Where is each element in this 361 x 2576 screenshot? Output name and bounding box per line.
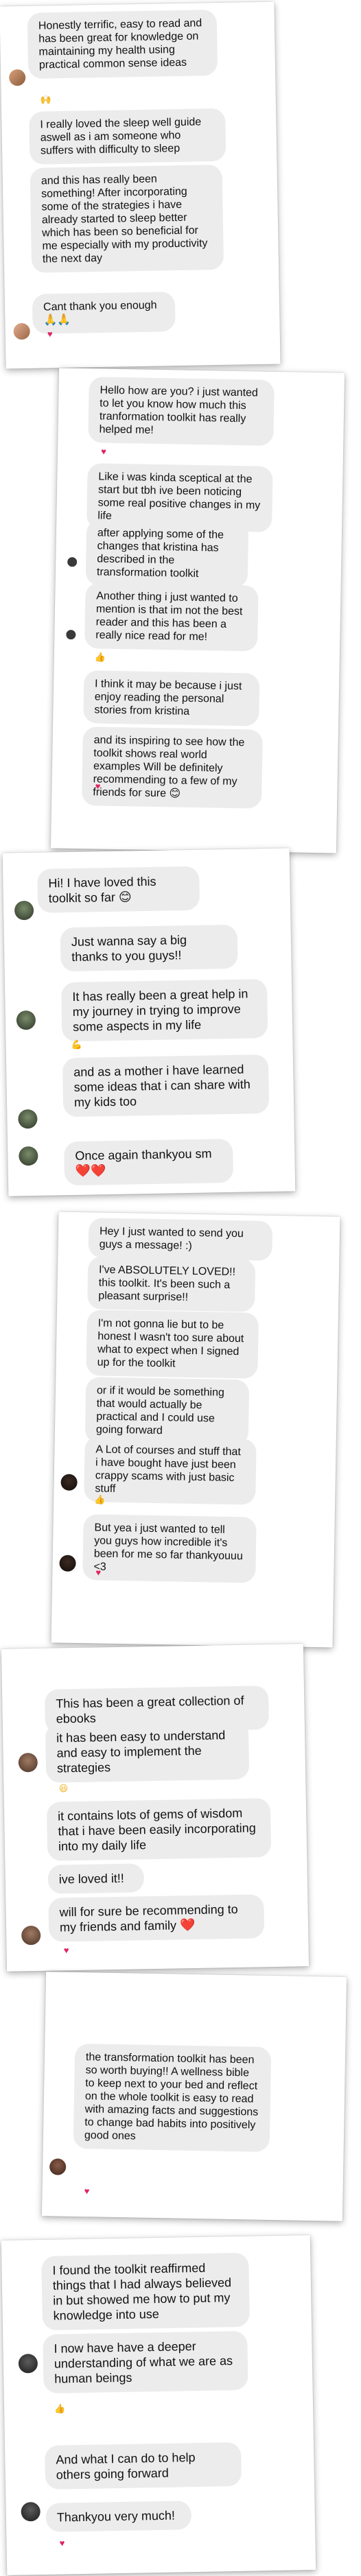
message-bubble: will for sure be recommending to my frie… <box>48 1894 265 1942</box>
message-bubble: it contains lots of gems of wisdom that … <box>46 1798 272 1861</box>
heart-reaction-icon: ♥ <box>95 1567 102 1578</box>
raised-hands-icon: 🙌 <box>40 94 52 105</box>
message-bubble: I really loved the sleep well guide aswe… <box>29 108 226 165</box>
heart-reaction-icon: ♥ <box>84 2186 90 2197</box>
message-bubble: It has really been a great help in my jo… <box>60 978 268 1042</box>
sender-avatar <box>18 1752 38 1773</box>
message-bubble: I now have have a deeper understanding o… <box>43 2330 248 2394</box>
message-bubble: Hi! I have loved this toolkit so far 😊 <box>37 866 200 913</box>
sender-avatar <box>14 900 34 921</box>
sender-avatar <box>63 556 81 574</box>
sender-avatar <box>60 1474 78 1491</box>
review-card-2: Hello how are you? i just wanted to let … <box>50 368 345 853</box>
message-bubble: Another thing i just wanted to mention i… <box>84 582 259 652</box>
message-bubble: I found the toolkit reaffirmed things th… <box>41 2252 251 2330</box>
message-bubble: Thankyou very much! <box>45 2501 192 2532</box>
sender-avatar <box>18 1109 38 1129</box>
heart-reaction-icon: ♥ <box>101 446 107 457</box>
thumbs-up-icon: 👍 <box>54 2403 66 2414</box>
sender-avatar <box>13 322 30 340</box>
sender-avatar <box>62 628 80 646</box>
message-bubble: I think it may be because i just enjoy r… <box>83 670 260 726</box>
message-bubble: ive loved it!! <box>47 1863 145 1894</box>
review-card-7: I found the toolkit reaffirmed things th… <box>1 2235 316 2575</box>
review-card-5: This has been a great collection of eboo… <box>1 1644 310 1972</box>
message-bubble: A Lot of courses and stuff that i have b… <box>84 1436 257 1505</box>
sender-avatar <box>16 1010 36 1030</box>
message-bubble: I've ABSOLUTELY LOVED!! this toolkit. It… <box>87 1256 256 1312</box>
heart-reaction-icon: ♥ <box>63 1945 69 1956</box>
message-bubble: Hey I just wanted to send you guys a mes… <box>88 1218 273 1261</box>
message-bubble: and as a mother i have learned some idea… <box>62 1054 270 1118</box>
message-bubble: and its inspiring to see how the toolkit… <box>82 726 263 809</box>
review-card-1: Honestly terrific, easy to read and has … <box>0 1 281 369</box>
thumbs-up-icon: 👍 <box>93 1494 106 1505</box>
grinning-face-icon: 😆 <box>58 1783 69 1794</box>
heart-reaction-icon: ♥ <box>47 329 53 340</box>
heart-reaction-icon: ♥ <box>59 2538 65 2549</box>
message-bubble: after applying some of the changes that … <box>85 519 249 589</box>
message-bubble: it has been easy to understand and easy … <box>45 1720 250 1783</box>
review-card-6: the transformation toolkit has been so w… <box>41 1972 347 2221</box>
sender-avatar <box>18 2354 38 2374</box>
message-bubble: Just wanna say a big thanks to you guys!… <box>60 924 238 972</box>
heart-reaction-icon: ♥ <box>95 781 101 792</box>
sender-avatar <box>21 1925 41 1946</box>
message-bubble: And what I can do to help others going f… <box>45 2442 242 2490</box>
message-bubble: Honestly terrific, easy to read and has … <box>27 10 218 79</box>
review-card-4: Hey I just wanted to send you guys a mes… <box>51 1212 340 1648</box>
sender-avatar <box>9 69 26 86</box>
thumbs-up-icon: 👍 <box>94 652 106 663</box>
message-bubble: I'm not gonna lie but to be honest I was… <box>86 1310 259 1379</box>
flexed-biceps-icon: 💪 <box>71 1039 82 1050</box>
message-bubble: Once again thankyou sm ❤️❤️ <box>64 1138 234 1186</box>
message-bubble: Hello how are you? i just wanted to let … <box>88 377 275 446</box>
sender-avatar <box>19 1146 38 1166</box>
review-card-3: Hi! I have loved this toolkit so far 😊 J… <box>2 848 296 1196</box>
message-bubble: and this has really been something! Afte… <box>30 164 224 273</box>
sender-avatar <box>49 2158 67 2175</box>
message-bubble: the transformation toolkit has been so w… <box>73 2043 272 2152</box>
message-bubble: But yea i just wanted to tell you guys h… <box>82 1514 257 1583</box>
sender-avatar <box>59 1555 76 1572</box>
message-bubble: or if it would be something that would a… <box>84 1377 250 1446</box>
sender-avatar <box>21 2502 40 2522</box>
